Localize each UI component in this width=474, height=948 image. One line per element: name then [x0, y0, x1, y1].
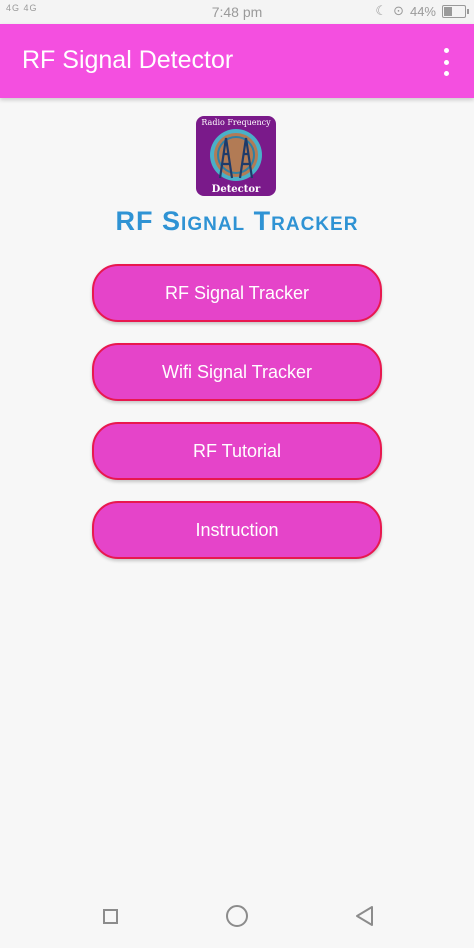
status-bar: 4G 4G 7:48 pm ☾ ⊙ 44% — [0, 0, 474, 24]
instruction-button[interactable]: Instruction — [92, 501, 382, 559]
app-logo: Radio Frequency Detector — [196, 116, 276, 196]
page-title: RF Signal Tracker — [115, 206, 359, 236]
rf-tutorial-button[interactable]: RF Tutorial — [92, 422, 382, 480]
logo-top-text: Radio Frequency — [201, 118, 271, 127]
battery-icon — [442, 4, 469, 18]
status-right: ☾ ⊙ 44% — [375, 3, 469, 19]
home-icon[interactable] — [226, 905, 248, 927]
battery-percent: 44% — [409, 3, 436, 19]
recent-apps-icon[interactable] — [103, 909, 118, 924]
system-nav-bar — [0, 888, 474, 948]
rf-signal-tracker-button[interactable]: RF Signal Tracker — [92, 264, 382, 322]
logo-bottom-text: Detector — [211, 184, 261, 195]
do-not-disturb-icon: ☾ — [375, 3, 388, 18]
lock-rotation-icon: ⊙ — [393, 3, 404, 18]
app-bar: RF Signal Detector — [0, 24, 474, 98]
radio-tower-icon — [210, 129, 262, 181]
overflow-menu-icon[interactable] — [436, 48, 456, 76]
app-title: RF Signal Detector — [22, 46, 234, 74]
back-icon[interactable] — [354, 905, 376, 927]
wifi-signal-tracker-button[interactable]: Wifi Signal Tracker — [92, 343, 382, 401]
